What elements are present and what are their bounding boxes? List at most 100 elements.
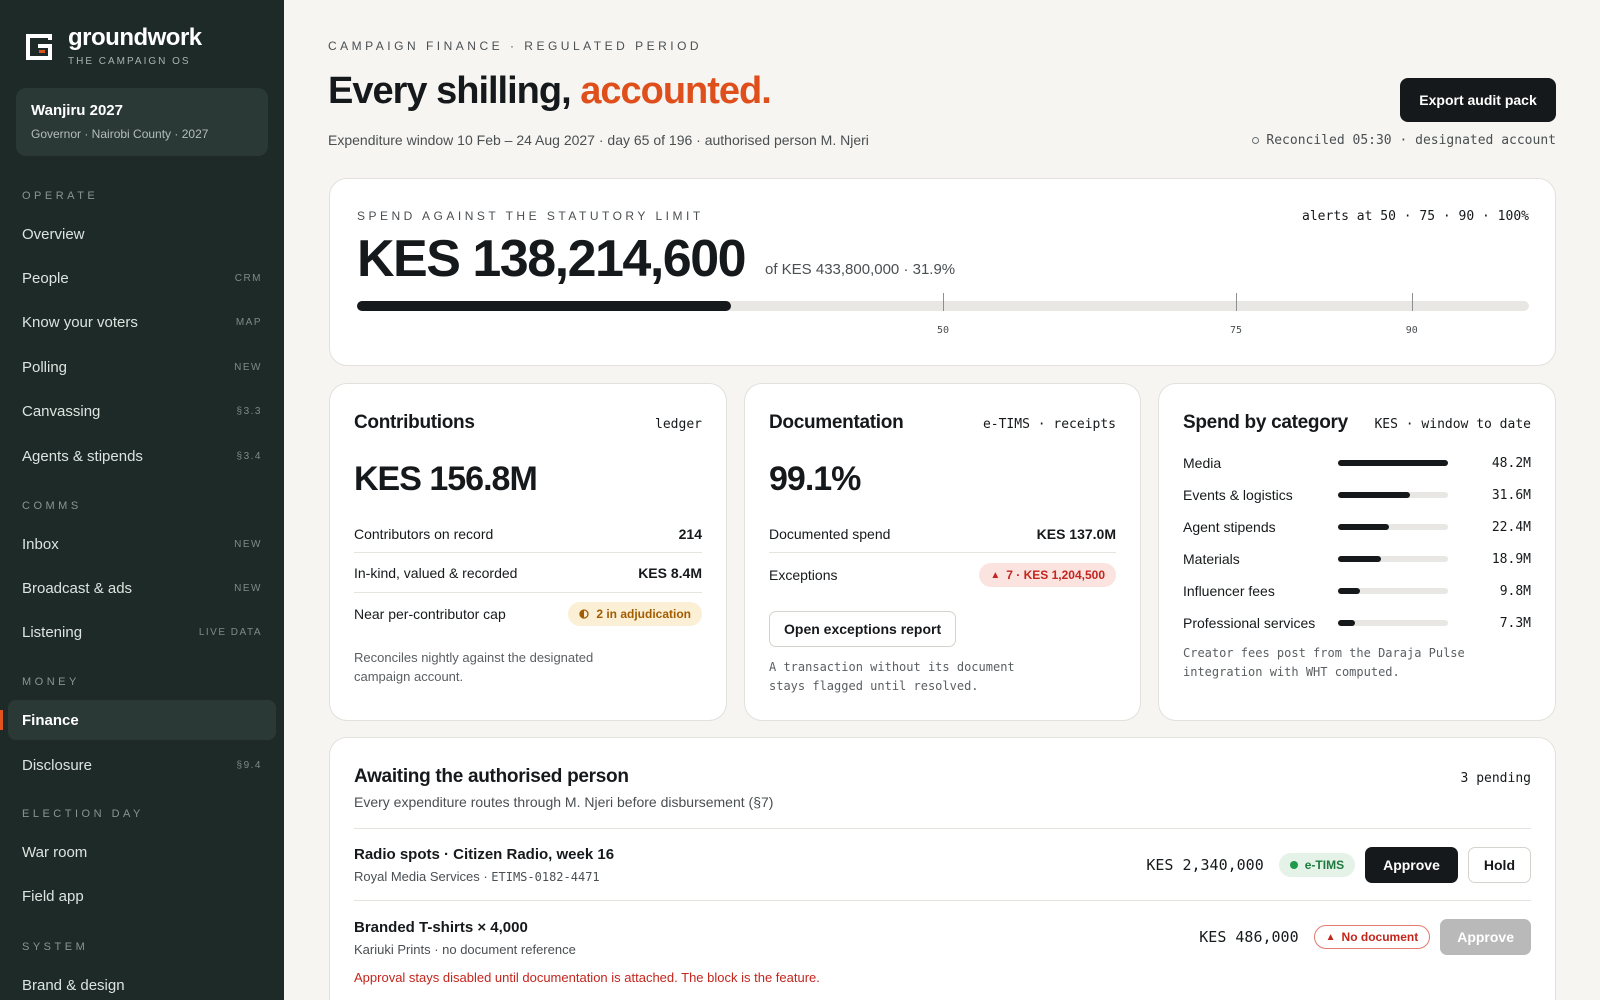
limit-threshold-label: 75 [1229,325,1243,336]
category-name: Media [1183,455,1222,471]
limit-threshold-label: 90 [1405,325,1418,336]
sidebar-item-brand-design[interactable]: Brand & design [8,965,276,1000]
campaign-details: Governor · Nairobi County · 2027 [31,127,209,141]
approval-amount: KES 486,000 [1199,928,1299,946]
status-text: No document [1341,930,1419,944]
category-bar-track [1338,556,1448,562]
sidebar-item-broadcast-ads[interactable]: Broadcast & ads NEW [8,568,276,608]
limit-threshold-marker [1411,293,1413,311]
category-bar-track [1338,620,1448,626]
category-row: Media 48.2M [1183,453,1531,473]
hold-button[interactable]: Hold [1467,847,1531,883]
sidebar-item-badge: MAP [235,316,262,328]
documentation-tag: e-TIMS · receipts [982,417,1116,432]
sidebar-item-polling[interactable]: Polling NEW [8,347,276,387]
documentation-note: A transaction without its document stays… [769,660,1015,693]
sidebar-item-badge: §3.4 [236,450,262,462]
categories-tag: KES · window to date [1374,417,1531,432]
divider [769,552,1116,553]
sidebar-item-overview[interactable]: Overview [8,214,276,254]
campaign-switcher[interactable]: Wanjiru 2027 Governor · Nairobi County ·… [16,88,268,156]
category-value: 7.3M [1499,615,1531,631]
sidebar-item-badge: §9.4 [236,759,262,771]
sidebar-item-label: Finance [22,711,79,729]
no-document-badge: ▲ No document [1313,925,1431,949]
approval-item-vendor: Royal Media Services · ETIMS-0182-4471 [354,869,600,884]
categories-note: Creator fees post from the Daraja Pulse … [1183,646,1465,679]
category-bar-fill [1338,524,1390,530]
page-eyebrow: CAMPAIGN FINANCE · REGULATED PERIOD [328,39,703,53]
sidebar-item-canvassing[interactable]: Canvassing §3.3 [8,391,276,431]
approve-button-disabled[interactable]: Approve [1440,919,1531,955]
row-label: Exceptions [769,567,838,583]
sidebar-item-label: Inbox [22,535,59,553]
sidebar-item-inbox[interactable]: Inbox NEW [8,524,276,564]
sidebar-item-field-app[interactable]: Field app [8,876,276,916]
approvals-card: Awaiting the authorised person Every exp… [329,737,1556,1000]
adjudication-text: 2 in adjudication [596,607,691,621]
approval-item-actions: KES 2,340,000 e-TIMS Approve Hold [1146,847,1531,883]
limit-progress-bar: 50 75 90 [357,293,1529,336]
category-bar-track [1338,460,1448,466]
approval-item-name: Branded T-shirts × 4,000 [354,919,528,936]
exceptions-badge[interactable]: ▲ 7 · KES 1,204,500 [979,563,1116,587]
sidebar-item-badge: NEW [234,582,262,594]
brand[interactable]: groundwork THE CAMPAIGN OS [24,26,202,67]
category-row: Events & logistics 31.6M [1183,485,1531,505]
sidebar-item-know-your-voters[interactable]: Know your voters MAP [8,302,276,342]
brand-name: groundwork [68,24,202,51]
approvals-title: Awaiting the authorised person [354,766,629,787]
category-row: Professional services 7.3M [1183,613,1531,633]
category-bar-track [1338,588,1448,594]
divider [354,900,1531,901]
sidebar-item-finance[interactable]: Finance [0,700,276,740]
green-dot-icon [1289,861,1298,869]
sidebar-item-label: Agents & stipends [22,447,143,465]
contributions-card: Contributions ledger KES 156.8M Contribu… [329,383,727,721]
sidebar-item-listening[interactable]: Listening LIVE DATA [8,612,276,652]
sidebar-item-war-room[interactable]: War room [8,832,276,872]
category-name: Professional services [1183,615,1316,631]
pending-count: 3 pending [1460,771,1531,786]
export-audit-pack-button[interactable]: Export audit pack [1400,78,1556,122]
contributions-title: Contributions [354,412,475,433]
sidebar-item-people[interactable]: People CRM [8,258,276,298]
sidebar-item-label: Brand & design [22,976,125,994]
row-label: Contributors on record [354,526,494,542]
approve-button[interactable]: Approve [1365,847,1458,883]
sidebar-item-badge: CRM [234,272,262,284]
nav-section-operate: OPERATE [22,190,99,202]
row-label: In-kind, valued & recorded [354,565,518,581]
row-value: KES 137.0M [1036,526,1116,542]
half-circle-icon [579,609,589,619]
open-exceptions-report-button[interactable]: Open exceptions report [769,611,957,647]
category-value: 31.6M [1491,487,1531,503]
documentation-row: Exceptions ▲ 7 · KES 1,204,500 [769,561,1116,589]
contributions-row: Contributors on record 214 [354,524,702,544]
category-value: 18.9M [1491,551,1531,567]
sidebar-item-label: Listening [22,623,83,641]
category-name: Events & logistics [1183,487,1293,503]
row-label: Documented spend [769,526,891,542]
category-row: Influencer fees 9.8M [1183,581,1531,601]
documentation-title: Documentation [769,412,904,433]
category-name: Materials [1183,551,1240,567]
sidebar-item-disclosure[interactable]: Disclosure §9.4 [8,745,276,785]
category-row: Agent stipends 22.4M [1183,517,1531,537]
sidebar-item-badge: LIVE DATA [198,626,262,638]
sidebar-item-agents-stipends[interactable]: Agents & stipends §3.4 [8,436,276,476]
sidebar-item-label: Polling [22,358,68,376]
contributions-row: In-kind, valued & recorded KES 8.4M [354,563,702,583]
exceptions-text: 7 · KES 1,204,500 [1006,568,1105,582]
approval-item-actions: KES 486,000 ▲ No document Approve [1199,919,1531,955]
limit-threshold-label: 50 [936,325,950,336]
documentation-row: Documented spend KES 137.0M [769,524,1116,544]
page-title-main: Every shilling, [328,70,581,112]
category-bar-fill [1338,460,1448,466]
spend-by-category-card: Spend by category KES · window to date M… [1158,383,1556,721]
contributions-total: KES 156.8M [354,460,538,498]
contributions-row: Near per-contributor cap 2 in adjudicati… [354,600,702,628]
status-dot-icon [1252,137,1260,144]
divider [354,552,702,553]
adjudication-badge[interactable]: 2 in adjudication [568,602,702,626]
